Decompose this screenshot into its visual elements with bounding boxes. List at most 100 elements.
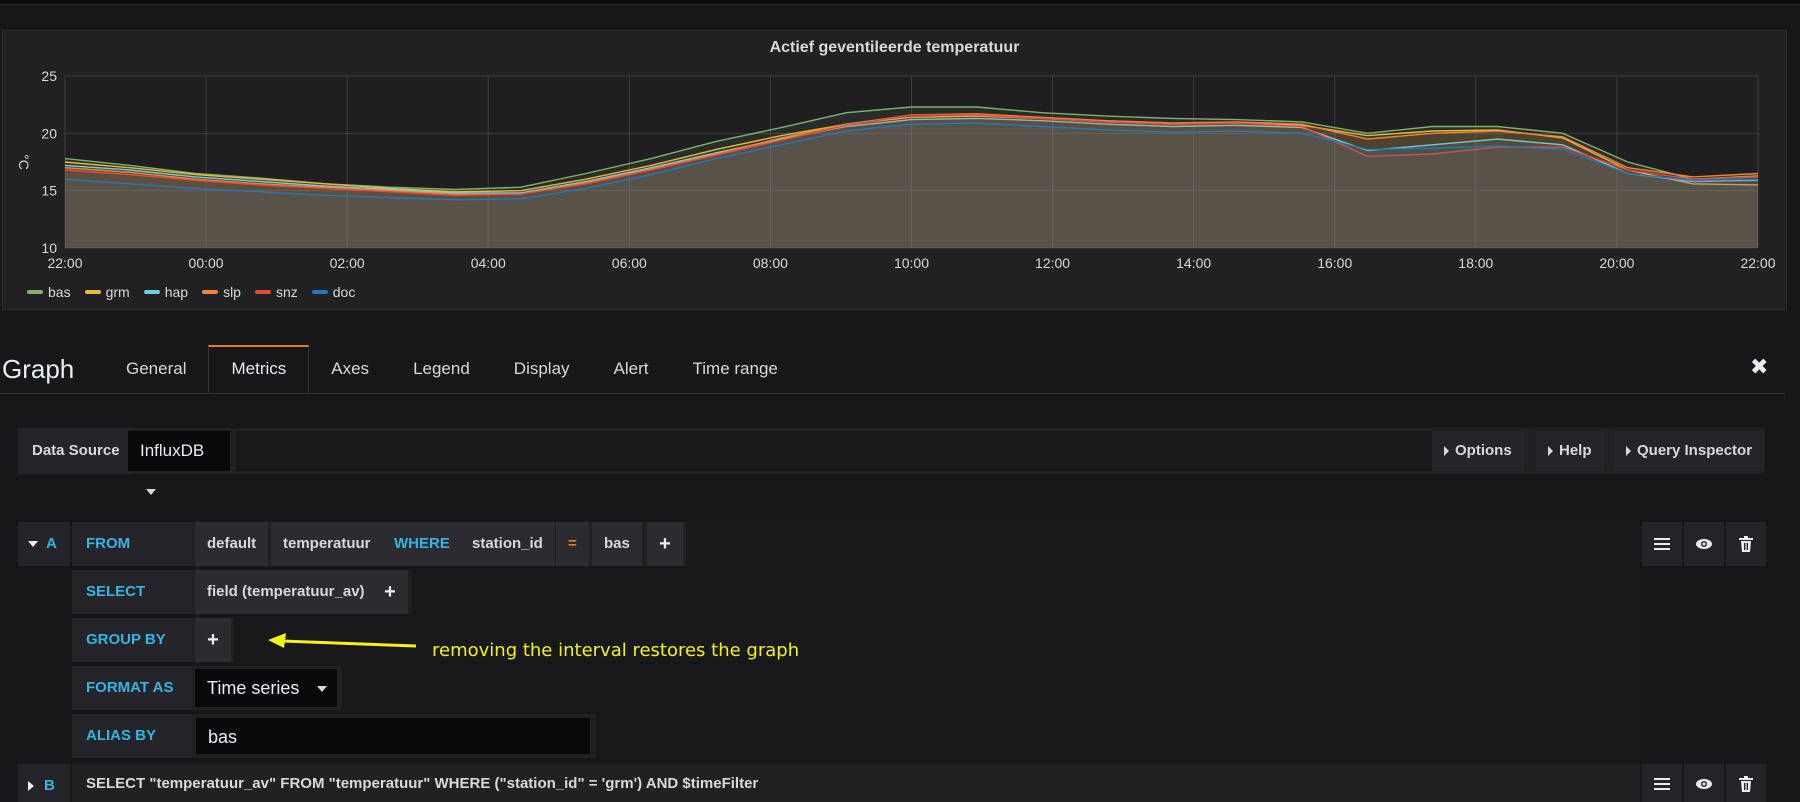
- x-tick-label: 16:00: [1317, 255, 1352, 271]
- tab-legend[interactable]: Legend: [391, 345, 492, 393]
- query-a-ref: A: [46, 535, 57, 552]
- query-a-delete-button[interactable]: [1726, 522, 1766, 566]
- query-a-toggle[interactable]: A: [18, 522, 70, 566]
- x-tick-label: 06:00: [612, 255, 647, 271]
- chart-legend: bas grm hap slp snz doc: [27, 284, 355, 300]
- hamburger-icon: [1654, 778, 1670, 790]
- operator-segment[interactable]: =: [556, 522, 589, 566]
- retention-policy-segment[interactable]: default: [195, 522, 269, 566]
- legend-swatch: [143, 290, 160, 294]
- caret-right-icon: [28, 781, 34, 792]
- legend-item-snz[interactable]: snz: [254, 284, 298, 300]
- caret-right-icon: [1548, 446, 1553, 457]
- query-a-format-row: FORMAT AS Time series: [72, 666, 1640, 710]
- format-as-keyword: FORMAT AS: [72, 666, 192, 710]
- caret-down-icon: [28, 541, 38, 548]
- x-tick-label: 00:00: [189, 255, 224, 271]
- close-icon[interactable]: ✖: [1750, 354, 1768, 380]
- query-b-ref: B: [44, 777, 55, 794]
- caret-right-icon: [1444, 446, 1449, 457]
- y-axis-label: °C: [16, 154, 32, 170]
- query-inspector-button[interactable]: Query Inspector: [1614, 431, 1765, 471]
- x-tick-label: 04:00: [471, 255, 506, 271]
- editor-title: Graph: [2, 354, 75, 384]
- x-tick-label: 02:00: [330, 255, 365, 271]
- query-a-select-row: SELECT field (temperatuur_av) +: [72, 570, 1640, 614]
- add-group-by-button[interactable]: +: [195, 618, 231, 662]
- grafana-editor: Actief geventileerde temperatuur 10 15 20 2…: [0, 0, 1800, 802]
- x-tick-label: 22:00: [1740, 255, 1775, 271]
- format-as-select[interactable]: Time series: [195, 669, 337, 707]
- legend-item-grm[interactable]: grm: [84, 284, 130, 300]
- tab-general[interactable]: General: [104, 345, 208, 393]
- format-as-value: Time series: [207, 678, 300, 698]
- trash-icon: [1739, 536, 1753, 552]
- legend-label: doc: [332, 284, 356, 300]
- datasource-value: InfluxDB: [140, 441, 205, 460]
- legend-swatch: [202, 290, 219, 294]
- query-a-toggle-visibility-button[interactable]: [1684, 522, 1724, 566]
- from-keyword: FROM: [72, 522, 192, 566]
- legend-swatch: [84, 290, 101, 294]
- alias-by-keyword: ALIAS BY: [72, 714, 192, 758]
- x-tick-label: 22:00: [47, 255, 82, 271]
- legend-item-bas[interactable]: bas: [27, 284, 71, 300]
- options-button[interactable]: Options: [1432, 431, 1524, 471]
- query-b-toggle[interactable]: B: [18, 764, 70, 802]
- caret-right-icon: [1626, 446, 1631, 457]
- alias-row-fill: [596, 714, 1640, 758]
- tab-metrics[interactable]: Metrics: [208, 345, 310, 393]
- x-tick-label: 20:00: [1599, 255, 1634, 271]
- y-tick-label: 15: [41, 183, 57, 199]
- legend-swatch: [311, 290, 328, 294]
- datasource-spacer: [236, 431, 1446, 471]
- options-label: Options: [1455, 442, 1512, 459]
- tab-alert[interactable]: Alert: [592, 345, 671, 393]
- legend-label: slp: [223, 284, 241, 300]
- legend-swatch: [27, 290, 43, 294]
- x-tick-label: 12:00: [1035, 255, 1070, 271]
- query-b-toggle-visibility-button[interactable]: [1684, 764, 1724, 802]
- tab-display[interactable]: Display: [492, 345, 592, 393]
- tag-key-segment[interactable]: station_id: [460, 522, 555, 566]
- legend-item-slp[interactable]: slp: [202, 284, 241, 300]
- tag-value-segment[interactable]: bas: [592, 522, 642, 566]
- x-tick-label: 10:00: [894, 255, 929, 271]
- query-a-menu-button[interactable]: [1642, 522, 1682, 566]
- x-tick-label: 08:00: [753, 255, 788, 271]
- hamburger-icon: [1654, 538, 1670, 550]
- legend-item-hap[interactable]: hap: [143, 284, 189, 300]
- tab-time-range[interactable]: Time range: [671, 345, 800, 393]
- measurement-segment[interactable]: temperatuur: [271, 522, 383, 566]
- y-tick-label: 20: [41, 125, 57, 141]
- graph-panel: Actief geventileerde temperatuur 10 15 20 2…: [2, 30, 1787, 310]
- legend-item-doc[interactable]: doc: [311, 284, 356, 300]
- legend-label: grm: [105, 284, 130, 300]
- top-strip: [0, 0, 1800, 5]
- alias-by-input[interactable]: bas: [195, 717, 591, 755]
- query-a-alias-row: ALIAS BY bas: [72, 714, 1640, 758]
- add-select-button[interactable]: +: [372, 570, 408, 614]
- help-label: Help: [1559, 442, 1592, 459]
- query-b-raw-text[interactable]: SELECT "temperatuur_av" FROM "temperatuu…: [72, 764, 1640, 802]
- annotation-text: removing the interval restores the graph: [432, 640, 800, 661]
- help-button[interactable]: Help: [1536, 431, 1604, 471]
- query-b-delete-button[interactable]: [1726, 764, 1766, 802]
- legend-label: hap: [164, 284, 189, 300]
- where-keyword: WHERE: [382, 522, 462, 566]
- caret-down-icon: [146, 488, 156, 495]
- datasource-select[interactable]: InfluxDB: [128, 431, 230, 495]
- x-tick-label: 18:00: [1458, 255, 1493, 271]
- add-where-button[interactable]: +: [647, 522, 683, 566]
- query-a-from-row: FROM default temperatuur WHERE station_i…: [72, 522, 1640, 566]
- legend-label: bas: [48, 284, 71, 300]
- x-tick-label: 14:00: [1176, 255, 1211, 271]
- tab-axes[interactable]: Axes: [309, 345, 391, 393]
- temperature-chart: 10 15 20 25 22:00 00:00 02:00 04:00 06:00 08:00 10…: [16, 68, 1776, 271]
- group-by-keyword: GROUP BY: [72, 618, 192, 662]
- editor-tabs: General Metrics Axes Legend Display Alert Time…: [104, 345, 800, 393]
- select-keyword: SELECT: [72, 570, 192, 614]
- query-b-menu-button[interactable]: [1642, 764, 1682, 802]
- field-segment[interactable]: field (temperatuur_av): [195, 570, 377, 614]
- datasource-label: Data Source: [18, 428, 134, 474]
